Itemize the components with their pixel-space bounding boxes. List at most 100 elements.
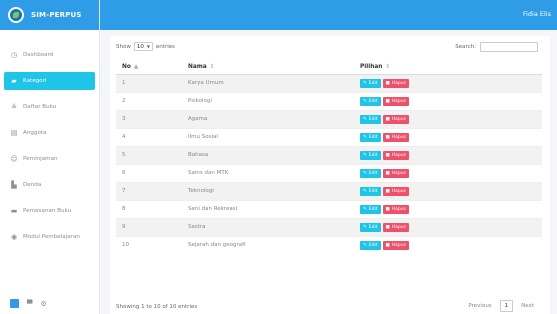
- delete-button[interactable]: ■ Hapus: [382, 204, 409, 214]
- trash-icon: ■: [385, 134, 390, 140]
- trash-icon: ■: [385, 98, 390, 104]
- sidebar-item-label: Pemesanan Buku: [23, 208, 72, 214]
- cell-actions: ✎ Edit ■ Hapus: [354, 109, 542, 128]
- sidebar-item-kategori[interactable]: ▰ Kategori: [4, 72, 95, 90]
- trash-icon: ■: [385, 242, 390, 248]
- cell-actions: ✎ Edit ■ Hapus: [354, 145, 542, 164]
- sort-asc-icon: ▲: [133, 63, 139, 70]
- delete-button[interactable]: ■ Hapus: [382, 186, 409, 196]
- sidebar-item-label: Anggota: [23, 130, 47, 136]
- page-1-button[interactable]: 1: [499, 300, 514, 312]
- entries-select[interactable]: 10 ▼: [133, 42, 153, 51]
- cell-nama: Karya Umum: [182, 73, 354, 92]
- table-row: 1 Karya Umum ✎ Edit ■ Hapus: [116, 73, 542, 92]
- kategori-table: No ▲ Nama ⇕ Pilihan ⇕ 1 Karya Umum ✎ Edit ■ Ha…: [116, 60, 542, 254]
- delete-button[interactable]: ■ Hapus: [382, 150, 409, 160]
- cell-nama: Sejarah dan geografi: [182, 235, 354, 254]
- delete-button[interactable]: ■ Hapus: [382, 132, 409, 142]
- book-list-icon: ≗: [11, 103, 17, 111]
- sidebar: SIM-PERPUS ◷ Dashboard ▰ Kategori ≗ Daft…: [0, 0, 100, 314]
- edit-button[interactable]: ✎ Edit: [360, 186, 381, 196]
- trash-icon: ■: [385, 224, 390, 230]
- table-row: 6 Sains dan MTK ✎ Edit ■ Hapus: [116, 163, 542, 182]
- trash-icon: ■: [385, 188, 390, 194]
- sidebar-item-label: Modul Pembelajaran: [23, 234, 80, 240]
- col-header-nama[interactable]: Nama ⇕: [182, 60, 354, 75]
- cell-no: 4: [116, 127, 182, 146]
- table-row: 2 Psikologi ✎ Edit ■ Hapus: [116, 91, 542, 110]
- edit-icon: ✎: [363, 152, 367, 158]
- cell-nama: Sastra: [182, 217, 354, 236]
- brand[interactable]: SIM-PERPUS: [0, 0, 99, 30]
- edit-button[interactable]: ✎ Edit: [360, 132, 381, 142]
- delete-button[interactable]: ■ Hapus: [382, 222, 409, 232]
- cell-actions: ✎ Edit ■ Hapus: [354, 181, 542, 200]
- previous-button[interactable]: Previous: [464, 303, 495, 309]
- table-row: 9 Sastra ✎ Edit ■ Hapus: [116, 217, 542, 236]
- cell-no: 5: [116, 145, 182, 164]
- edit-button[interactable]: ✎ Edit: [360, 114, 381, 124]
- delete-button[interactable]: ■ Hapus: [382, 114, 409, 124]
- edit-button[interactable]: ✎ Edit: [360, 150, 381, 160]
- cell-actions: ✎ Edit ■ Hapus: [354, 73, 542, 92]
- app-root: SIM-PERPUS ◷ Dashboard ▰ Kategori ≗ Daft…: [0, 0, 557, 314]
- cell-no: 7: [116, 181, 182, 200]
- edit-button[interactable]: ✎ Edit: [360, 168, 381, 178]
- members-icon: ▤: [10, 129, 18, 137]
- logo-icon: [8, 7, 24, 23]
- sidebar-item-anggota[interactable]: ▤ Anggota: [4, 124, 95, 142]
- table-row: 5 Bahasa ✎ Edit ■ Hapus: [116, 145, 542, 164]
- edit-button[interactable]: ✎ Edit: [360, 96, 381, 106]
- show-label: Show: [116, 43, 131, 50]
- sidebar-item-pemesanan-buku[interactable]: ▬ Pemesanan Buku: [4, 202, 95, 220]
- search-control: Search:: [455, 42, 538, 52]
- cell-actions: ✎ Edit ■ Hapus: [354, 91, 542, 110]
- cell-actions: ✎ Edit ■ Hapus: [354, 217, 542, 236]
- menu-toggle-icon[interactable]: [10, 299, 19, 308]
- col-header-pilihan[interactable]: Pilihan ⇕: [354, 60, 542, 75]
- kategori-table-card: Show 10 ▼ entries Search: No ▲ Nama ⇕ Pili…: [110, 36, 550, 314]
- col-header-no[interactable]: No ▲: [116, 60, 182, 75]
- cell-no: 3: [116, 109, 182, 128]
- edit-icon: ✎: [363, 134, 367, 140]
- next-button[interactable]: Next: [517, 303, 538, 309]
- sidebar-item-daftar-buku[interactable]: ≗ Daftar Buku: [4, 98, 95, 116]
- pagination: Previous 1 Next: [464, 300, 538, 312]
- edit-icon: ✎: [363, 80, 367, 86]
- sidebar-item-peminjaman[interactable]: ☺ Peminjaman: [4, 150, 95, 168]
- delete-button[interactable]: ■ Hapus: [382, 78, 409, 88]
- edit-button[interactable]: ✎ Edit: [360, 78, 381, 88]
- edit-icon: ✎: [363, 188, 367, 194]
- trash-icon: ■: [385, 152, 390, 158]
- dashboard-icon: ◷: [10, 51, 18, 59]
- edit-button[interactable]: ✎ Edit: [360, 240, 381, 250]
- sidebar-item-modul-pembelajaran[interactable]: ◉ Modul Pembelajaran: [4, 228, 95, 246]
- user-name[interactable]: Fidia Elis: [523, 10, 551, 18]
- delete-button[interactable]: ■ Hapus: [382, 96, 409, 106]
- trash-icon: ■: [385, 206, 390, 212]
- cell-no: 6: [116, 163, 182, 182]
- edit-button[interactable]: ✎ Edit: [360, 204, 381, 214]
- cell-nama: Seni dan Rekreasi: [182, 199, 354, 218]
- sidebar-item-label: Dashboard: [23, 52, 54, 58]
- table-row: 3 Agama ✎ Edit ■ Hapus: [116, 109, 542, 128]
- search-label: Search:: [455, 44, 476, 50]
- brand-title: SIM-PERPUS: [31, 11, 82, 19]
- table-row: 7 Teknologi ✎ Edit ■ Hapus: [116, 181, 542, 200]
- cell-nama: Bahasa: [182, 145, 354, 164]
- cell-no: 2: [116, 91, 182, 110]
- table-row: 8 Seni dan Rekreasi ✎ Edit ■ Hapus: [116, 199, 542, 218]
- sidebar-item-dashboard[interactable]: ◷ Dashboard: [4, 46, 95, 64]
- cell-no: 1: [116, 73, 182, 92]
- sidebar-item-denda[interactable]: ▙ Denda: [4, 176, 95, 194]
- edit-button[interactable]: ✎ Edit: [360, 222, 381, 232]
- cart-icon[interactable]: ▀: [27, 300, 32, 308]
- delete-button[interactable]: ■ Hapus: [382, 240, 409, 250]
- category-icon: ▰: [11, 77, 17, 85]
- trash-icon: ■: [385, 80, 390, 86]
- table-row: 10 Sejarah dan geografi ✎ Edit ■ Hapus: [116, 235, 542, 254]
- search-input[interactable]: [480, 42, 538, 52]
- topbar: Fidia Elis: [100, 0, 557, 30]
- delete-button[interactable]: ■ Hapus: [382, 168, 409, 178]
- gear-icon[interactable]: ⚙: [40, 300, 46, 308]
